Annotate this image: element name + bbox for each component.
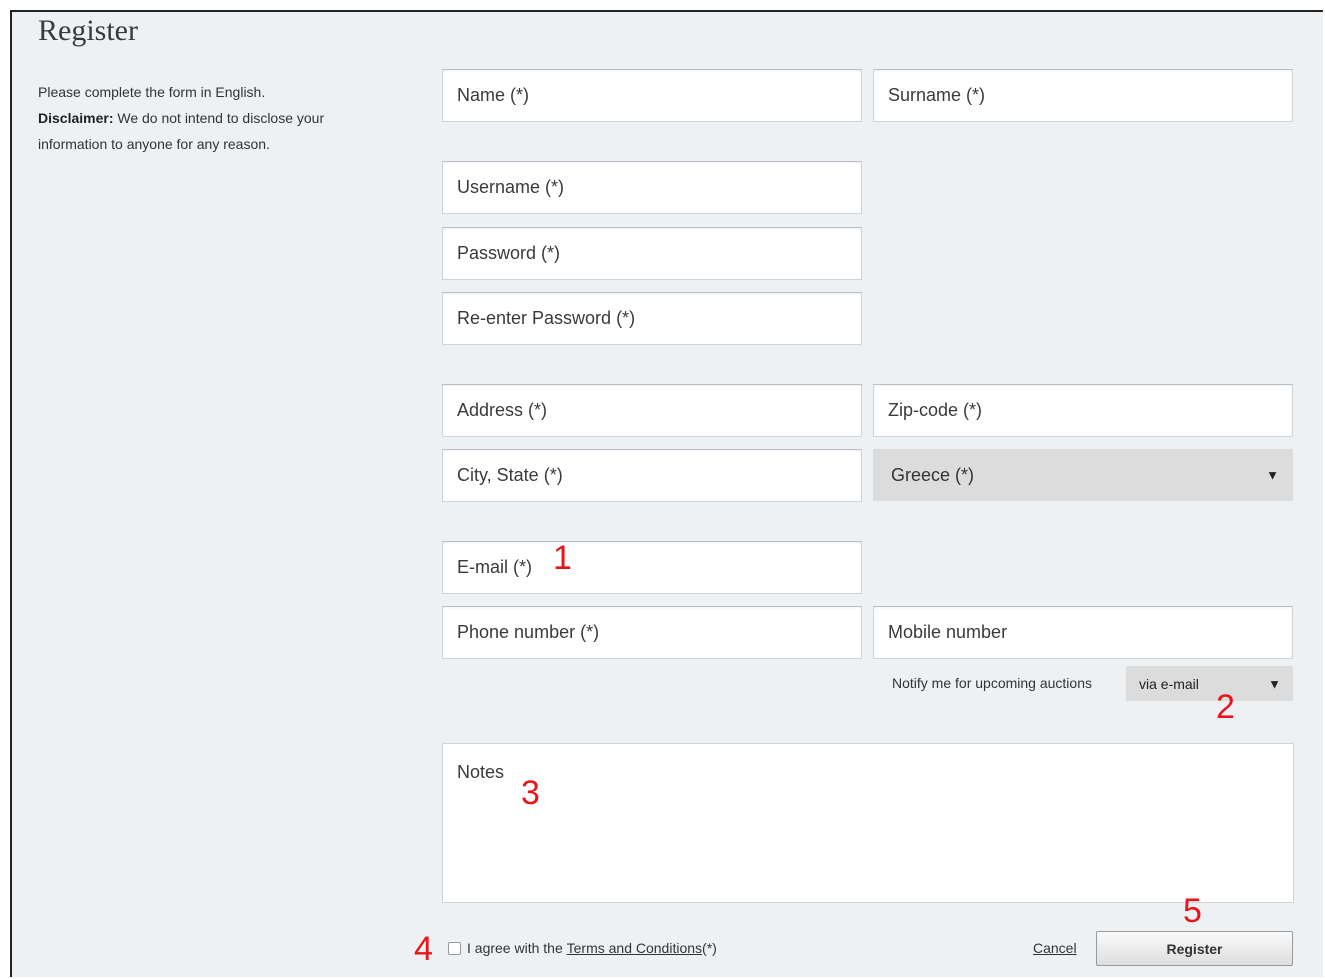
terms-prefix: I agree with the <box>467 940 563 956</box>
surname-input[interactable]: Surname (*) <box>873 69 1293 122</box>
terms-agreement: I agree with the Terms and Conditions (*… <box>448 940 717 956</box>
annotation-marker-2: 2 <box>1216 688 1235 726</box>
annotation-marker-1: 1 <box>553 539 572 577</box>
notify-select[interactable]: via e-mail ▼ <box>1126 666 1293 701</box>
address-input[interactable]: Address (*) <box>442 384 862 437</box>
terms-checkbox[interactable] <box>448 941 461 955</box>
email-placeholder: E-mail (*) <box>457 557 532 577</box>
password-placeholder: Password (*) <box>457 243 561 263</box>
disclaimer-label: Disclaimer: <box>38 110 114 126</box>
register-button[interactable]: Register <box>1096 931 1293 966</box>
terms-suffix: (*) <box>702 940 717 956</box>
address-placeholder: Address (*) <box>457 400 548 420</box>
phone-input[interactable]: Phone number (*) <box>442 606 862 659</box>
notify-selected-value: via e-mail <box>1139 675 1199 692</box>
cancel-link[interactable]: Cancel <box>1033 940 1077 956</box>
phone-placeholder: Phone number (*) <box>457 622 600 642</box>
email-input[interactable]: E-mail (*) <box>442 541 862 594</box>
surname-placeholder: Surname (*) <box>888 85 986 105</box>
notes-textarea[interactable]: Notes <box>442 743 1294 903</box>
reenter-password-input[interactable]: Re-enter Password (*) <box>442 292 862 345</box>
password-input[interactable]: Password (*) <box>442 227 862 280</box>
terms-link[interactable]: Terms and Conditions <box>567 940 702 956</box>
zipcode-placeholder: Zip-code (*) <box>888 400 983 420</box>
username-input[interactable]: Username (*) <box>442 161 862 214</box>
country-select[interactable]: Greece (*) ▼ <box>873 449 1293 501</box>
zipcode-input[interactable]: Zip-code (*) <box>873 384 1293 437</box>
city-state-input[interactable]: City, State (*) <box>442 449 862 502</box>
reenter-password-placeholder: Re-enter Password (*) <box>457 308 636 328</box>
country-selected-value: Greece (*) <box>891 464 975 485</box>
intro-line: Please complete the form in English. <box>38 84 266 100</box>
annotation-marker-4: 4 <box>414 930 433 968</box>
mobile-input[interactable]: Mobile number <box>873 606 1293 659</box>
intro-text: Please complete the form in English. Dis… <box>38 79 388 157</box>
city-state-placeholder: City, State (*) <box>457 465 563 485</box>
name-placeholder: Name (*) <box>457 85 530 105</box>
mobile-placeholder: Mobile number <box>888 622 1008 642</box>
page-title: Register <box>38 14 138 47</box>
username-placeholder: Username (*) <box>457 177 565 197</box>
caret-down-icon: ▼ <box>1268 676 1281 691</box>
name-input[interactable]: Name (*) <box>442 69 862 122</box>
notes-placeholder: Notes <box>457 762 505 782</box>
annotation-marker-5: 5 <box>1183 892 1202 930</box>
annotation-marker-3: 3 <box>521 774 540 812</box>
notify-label: Notify me for upcoming auctions <box>892 675 1092 691</box>
caret-down-icon: ▼ <box>1266 467 1279 483</box>
